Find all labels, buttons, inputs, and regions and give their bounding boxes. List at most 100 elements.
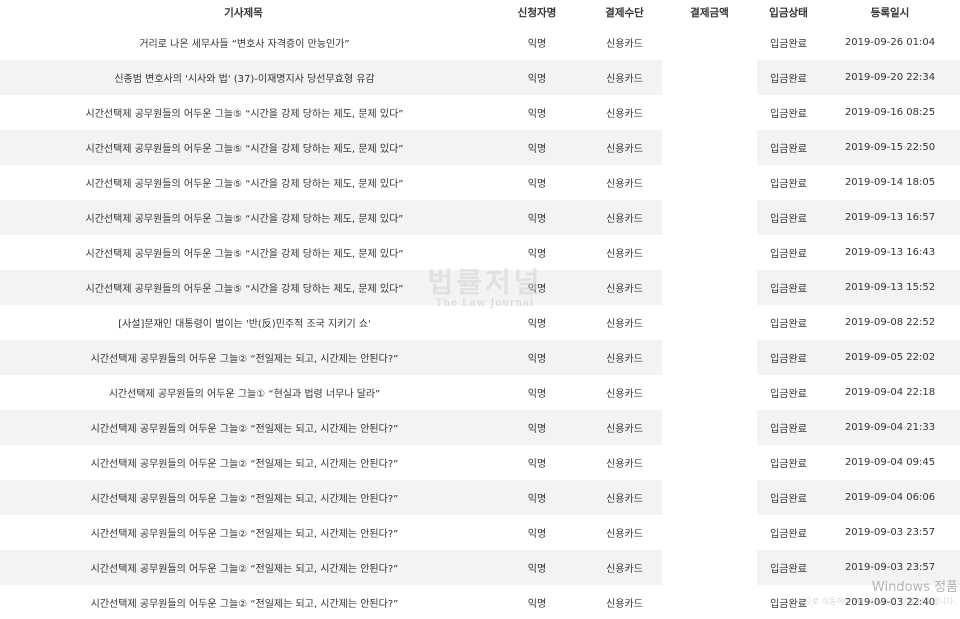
cell-name: 익명 <box>487 340 587 375</box>
cell-name: 익명 <box>487 585 587 619</box>
cell-status: 입금완료 <box>757 60 820 95</box>
cell-title[interactable]: 시간선택제 공무원들의 어두운 그늘⑤ “시간을 강제 당하는 제도, 문제 있… <box>0 270 487 305</box>
cell-method: 신용카드 <box>587 445 662 480</box>
cell-title[interactable]: 시간선택제 공무원들의 어두운 그늘② “전일제는 되고, 시간제는 안된다?” <box>0 480 487 515</box>
cell-title[interactable]: 시간선택제 공무원들의 어두운 그늘② “전일제는 되고, 시간제는 안된다?” <box>0 585 487 619</box>
cell-name: 익명 <box>487 25 587 60</box>
table-row[interactable]: 시간선택제 공무원들의 어두운 그늘② “전일제는 되고, 시간제는 안된다?”… <box>0 585 960 619</box>
cell-amount <box>662 25 757 60</box>
cell-name: 익명 <box>487 95 587 130</box>
cell-title[interactable]: 시간선택제 공무원들의 어두운 그늘② “전일제는 되고, 시간제는 안된다?” <box>0 410 487 445</box>
table-body: 거리로 나온 세무사들 “변호사 자격증이 만능인가” 익명 신용카드 입금완료 201… <box>0 25 960 619</box>
cell-amount <box>662 95 757 130</box>
cell-title[interactable]: 거리로 나온 세무사들 “변호사 자격증이 만능인가” <box>0 25 487 60</box>
cell-date: 2019-09-13 16:57 <box>820 200 960 235</box>
cell-date: 2019-09-03 22:40 <box>820 585 960 619</box>
cell-date: 2019-09-04 22:18 <box>820 375 960 410</box>
cell-title[interactable]: 시간선택제 공무원들의 어두운 그늘① “현실과 법령 너무나 달라” <box>0 375 487 410</box>
cell-status: 입금완료 <box>757 270 820 305</box>
table-row[interactable]: 시간선택제 공무원들의 어두운 그늘② “전일제는 되고, 시간제는 안된다?”… <box>0 410 960 445</box>
cell-date: 2019-09-26 01:04 <box>820 25 960 60</box>
table-row[interactable]: 시간선택제 공무원들의 어두운 그늘② “전일제는 되고, 시간제는 안된다?”… <box>0 515 960 550</box>
cell-method: 신용카드 <box>587 550 662 585</box>
cell-title[interactable]: 시간선택제 공무원들의 어두운 그늘② “전일제는 되고, 시간제는 안된다?” <box>0 515 487 550</box>
cell-date: 2019-09-15 22:50 <box>820 130 960 165</box>
cell-amount <box>662 445 757 480</box>
cell-method: 신용카드 <box>587 25 662 60</box>
cell-name: 익명 <box>487 305 587 340</box>
table-row[interactable]: 거리로 나온 세무사들 “변호사 자격증이 만능인가” 익명 신용카드 입금완료 201… <box>0 25 960 60</box>
cell-name: 익명 <box>487 550 587 585</box>
cell-method: 신용카드 <box>587 305 662 340</box>
cell-date: 2019-09-14 18:05 <box>820 165 960 200</box>
cell-name: 익명 <box>487 375 587 410</box>
cell-status: 입금완료 <box>757 165 820 200</box>
cell-status: 입금완료 <box>757 550 820 585</box>
cell-amount <box>662 60 757 95</box>
cell-name: 익명 <box>487 445 587 480</box>
cell-date: 2019-09-03 23:57 <box>820 515 960 550</box>
table-row[interactable]: 시간선택제 공무원들의 어두운 그늘⑤ “시간을 강제 당하는 제도, 문제 있… <box>0 235 960 270</box>
cell-method: 신용카드 <box>587 95 662 130</box>
cell-amount <box>662 550 757 585</box>
table-row[interactable]: 시간선택제 공무원들의 어두운 그늘① “현실과 법령 너무나 달라” 익명 신용카… <box>0 375 960 410</box>
cell-amount <box>662 480 757 515</box>
cell-title[interactable]: [사설]문재인 대통령이 벌이는 '반(反)민주적 조국 지키기 쇼' <box>0 305 487 340</box>
header-title: 기사제목 <box>0 0 487 25</box>
table-row[interactable]: 시간선택제 공무원들의 어두운 그늘⑤ “시간을 강제 당하는 제도, 문제 있… <box>0 165 960 200</box>
cell-title[interactable]: 시간선택제 공무원들의 어두운 그늘⑤ “시간을 강제 당하는 제도, 문제 있… <box>0 165 487 200</box>
cell-status: 입금완료 <box>757 200 820 235</box>
cell-title[interactable]: 시간선택제 공무원들의 어두운 그늘⑤ “시간을 강제 당하는 제도, 문제 있… <box>0 235 487 270</box>
table-row[interactable]: [사설]문재인 대통령이 벌이는 '반(反)민주적 조국 지키기 쇼' 익명 신용카… <box>0 305 960 340</box>
cell-title[interactable]: 시간선택제 공무원들의 어두운 그늘② “전일제는 되고, 시간제는 안된다?” <box>0 550 487 585</box>
cell-name: 익명 <box>487 200 587 235</box>
table-row[interactable]: 신종범 변호사의 '시사와 법' (37)-이재명지사 당선무효형 유감 익명 신용… <box>0 60 960 95</box>
cell-amount <box>662 305 757 340</box>
table-row[interactable]: 시간선택제 공무원들의 어두운 그늘② “전일제는 되고, 시간제는 안된다?”… <box>0 550 960 585</box>
cell-title[interactable]: 시간선택제 공무원들의 어두운 그늘⑤ “시간을 강제 당하는 제도, 문제 있… <box>0 200 487 235</box>
cell-name: 익명 <box>487 235 587 270</box>
cell-status: 입금완료 <box>757 445 820 480</box>
cell-status: 입금완료 <box>757 585 820 619</box>
cell-method: 신용카드 <box>587 165 662 200</box>
cell-amount <box>662 130 757 165</box>
cell-date: 2019-09-04 09:45 <box>820 445 960 480</box>
cell-method: 신용카드 <box>587 130 662 165</box>
cell-title[interactable]: 시간선택제 공무원들의 어두운 그늘② “전일제는 되고, 시간제는 안된다?” <box>0 340 487 375</box>
cell-status: 입금완료 <box>757 25 820 60</box>
header-method: 결제수단 <box>587 0 662 25</box>
cell-amount <box>662 340 757 375</box>
table-row[interactable]: 시간선택제 공무원들의 어두운 그늘② “전일제는 되고, 시간제는 안된다?”… <box>0 340 960 375</box>
cell-title[interactable]: 신종범 변호사의 '시사와 법' (37)-이재명지사 당선무효형 유감 <box>0 60 487 95</box>
cell-title[interactable]: 시간선택제 공무원들의 어두운 그늘⑤ “시간을 강제 당하는 제도, 문제 있… <box>0 95 487 130</box>
cell-date: 2019-09-05 22:02 <box>820 340 960 375</box>
table-row[interactable]: 시간선택제 공무원들의 어두운 그늘⑤ “시간을 강제 당하는 제도, 문제 있… <box>0 95 960 130</box>
cell-method: 신용카드 <box>587 60 662 95</box>
header-name: 신청자명 <box>487 0 587 25</box>
cell-name: 익명 <box>487 130 587 165</box>
cell-title[interactable]: 시간선택제 공무원들의 어두운 그늘⑤ “시간을 강제 당하는 제도, 문제 있… <box>0 130 487 165</box>
table-row[interactable]: 시간선택제 공무원들의 어두운 그늘⑤ “시간을 강제 당하는 제도, 문제 있… <box>0 270 960 305</box>
cell-title[interactable]: 시간선택제 공무원들의 어두운 그늘② “전일제는 되고, 시간제는 안된다?” <box>0 445 487 480</box>
cell-date: 2019-09-13 16:43 <box>820 235 960 270</box>
header-row: 기사제목 신청자명 결제수단 결제금액 입금상태 등록일시 <box>0 0 960 25</box>
cell-status: 입금완료 <box>757 480 820 515</box>
cell-method: 신용카드 <box>587 270 662 305</box>
table-row[interactable]: 시간선택제 공무원들의 어두운 그늘⑤ “시간을 강제 당하는 제도, 문제 있… <box>0 130 960 165</box>
cell-date: 2019-09-04 21:33 <box>820 410 960 445</box>
table-header: 기사제목 신청자명 결제수단 결제금액 입금상태 등록일시 <box>0 0 960 25</box>
cell-date: 2019-09-03 23:57 <box>820 550 960 585</box>
cell-amount <box>662 270 757 305</box>
cell-date: 2019-09-04 06:06 <box>820 480 960 515</box>
cell-amount <box>662 585 757 619</box>
header-amount: 결제금액 <box>662 0 757 25</box>
cell-name: 익명 <box>487 270 587 305</box>
cell-amount <box>662 235 757 270</box>
cell-status: 입금완료 <box>757 340 820 375</box>
cell-method: 신용카드 <box>587 480 662 515</box>
cell-method: 신용카드 <box>587 375 662 410</box>
table-row[interactable]: 시간선택제 공무원들의 어두운 그늘② “전일제는 되고, 시간제는 안된다?”… <box>0 480 960 515</box>
table-row[interactable]: 시간선택제 공무원들의 어두운 그늘⑤ “시간을 강제 당하는 제도, 문제 있… <box>0 200 960 235</box>
cell-status: 입금완료 <box>757 130 820 165</box>
table-row[interactable]: 시간선택제 공무원들의 어두운 그늘② “전일제는 되고, 시간제는 안된다?”… <box>0 445 960 480</box>
